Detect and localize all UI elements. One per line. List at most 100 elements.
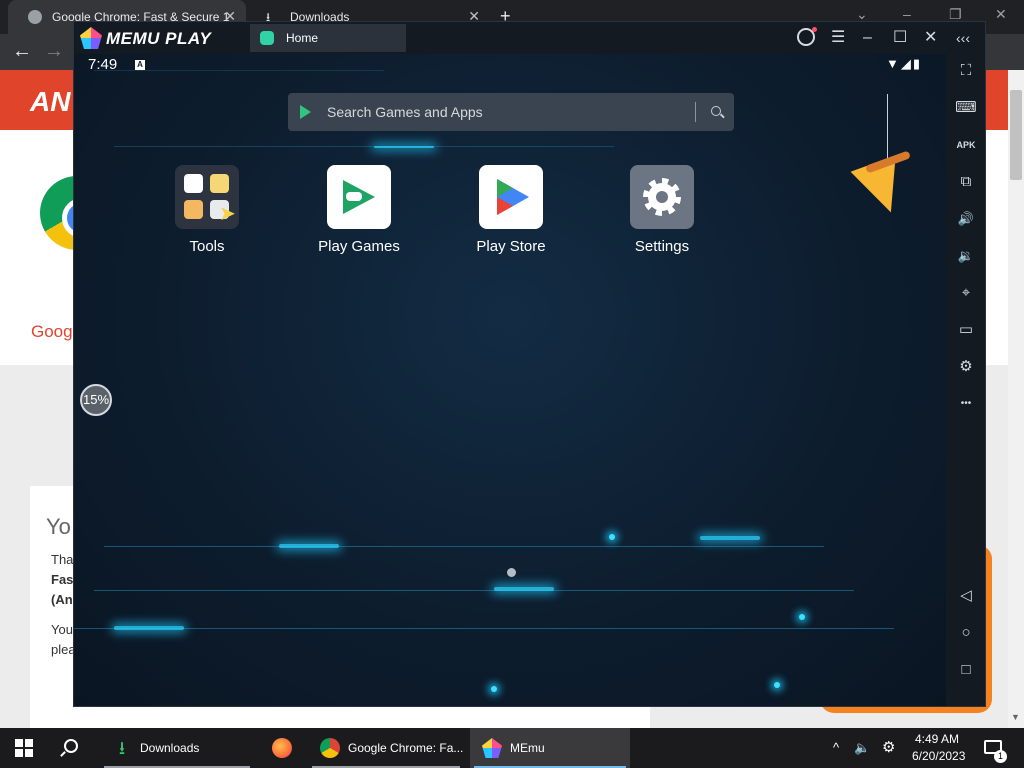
apk-icon[interactable]: APK xyxy=(955,134,977,156)
fullscreen-icon[interactable]: ⛶ xyxy=(955,60,977,82)
app-tools[interactable]: ➤ Tools xyxy=(147,165,267,255)
taskbar-item-downloads[interactable]: ⭳ Downloads xyxy=(100,728,254,768)
page-text-line: (An xyxy=(51,592,73,607)
app-label: Settings xyxy=(634,238,690,255)
play-store-red-wedge xyxy=(497,197,513,215)
volume-down-icon[interactable]: 🔉 xyxy=(955,245,977,267)
decor-line xyxy=(104,546,824,547)
taskbar-item-label: Downloads xyxy=(140,741,200,755)
more-icon[interactable]: ••• xyxy=(955,393,977,415)
google-mini-icon xyxy=(184,174,203,193)
forward-button[interactable]: → xyxy=(44,40,64,63)
decor-dot xyxy=(774,682,780,688)
taskbar-item-firefox[interactable] xyxy=(260,728,308,768)
back-icon[interactable]: ◁ xyxy=(955,585,977,607)
memu-tab-home[interactable]: Home xyxy=(250,24,406,52)
app-play-store[interactable]: Play Store xyxy=(451,165,571,255)
app-play-games[interactable]: Play Games xyxy=(299,165,419,255)
google-link[interactable]: Goog xyxy=(31,322,73,342)
memu-brand: MEMU PLAY xyxy=(106,29,212,48)
minimize-icon[interactable]: – xyxy=(863,28,872,48)
clock-time[interactable]: 4:49 AM xyxy=(915,732,959,746)
pizza-string xyxy=(887,94,888,164)
folder-icon[interactable]: ▭ xyxy=(955,319,977,341)
page-text-line: Fas xyxy=(51,572,74,587)
progress-badge[interactable]: 15% xyxy=(80,384,112,416)
memu-title-bar: MEMU PLAY Home ☰ – ☐ ✕ ‹‹‹ xyxy=(74,22,985,54)
search-divider xyxy=(695,102,696,122)
home-tab-icon xyxy=(260,31,274,45)
page-text-line: Tha xyxy=(51,552,74,567)
memu-logo-icon xyxy=(80,27,102,49)
tray-chevron-icon[interactable]: ^ xyxy=(833,740,839,755)
decor-glow xyxy=(279,544,339,548)
search-input[interactable]: Search Games and Apps xyxy=(327,104,483,120)
play-store-icon xyxy=(300,105,311,119)
page-heading: Yo xyxy=(46,514,71,539)
decor-dot xyxy=(609,534,615,540)
app-label: Play Store xyxy=(476,238,546,255)
globe-icon xyxy=(28,10,42,24)
decor-line xyxy=(94,590,854,591)
keyboard-icon[interactable]: ⌨ xyxy=(955,97,977,119)
multi-instance-icon[interactable]: ⧉ xyxy=(955,171,977,193)
maximize-icon[interactable]: ☐ xyxy=(893,28,907,48)
memu-sidebar: ⛶ ⌨ APK ⧉ 🔊 🔉 ⌖ ▭ ⚙ ••• ◁ ○ □ xyxy=(946,54,985,706)
back-button[interactable]: ← xyxy=(12,40,32,63)
play-store-green-wedge xyxy=(497,179,513,197)
menu-icon[interactable]: ☰ xyxy=(831,28,845,48)
gallery-mini-icon xyxy=(184,200,203,219)
app-label: Tools xyxy=(189,238,225,255)
volume-up-icon[interactable]: 🔊 xyxy=(955,208,977,230)
play-games-icon xyxy=(327,165,391,229)
volume-icon[interactable]: 🔈 xyxy=(854,740,870,756)
recents-icon[interactable]: □ xyxy=(955,659,977,681)
note-mini-icon xyxy=(210,174,229,193)
firefox-icon xyxy=(272,738,292,758)
page-text-line: plea xyxy=(51,642,76,657)
account-icon[interactable] xyxy=(797,27,817,46)
decor-glow xyxy=(374,146,434,148)
taskbar-item-label: MEmu xyxy=(510,741,545,755)
scroll-down-icon[interactable]: ▼ xyxy=(1011,712,1020,722)
settings-icon[interactable]: ⚙ xyxy=(882,738,895,756)
page-text-line: You xyxy=(51,622,73,637)
search-icon[interactable] xyxy=(64,739,78,753)
taskbar-item-memu[interactable]: MEmu xyxy=(470,728,630,768)
collapse-sidebar-icon[interactable]: ‹‹‹ xyxy=(956,28,970,48)
search-bar[interactable]: Search Games and Apps xyxy=(288,93,734,131)
decor-dot xyxy=(799,614,805,620)
notification-count-badge: 1 xyxy=(994,750,1007,763)
taskbar-item-chrome[interactable]: Google Chrome: Fa... xyxy=(308,728,464,768)
play-store-icon xyxy=(479,165,543,229)
scrollbar-thumb[interactable] xyxy=(1010,90,1022,180)
close-icon[interactable]: ✕ xyxy=(924,28,937,48)
chrome-icon xyxy=(320,738,340,758)
decor-glow xyxy=(494,587,554,591)
decor-line xyxy=(114,146,614,147)
memu-icon xyxy=(482,738,502,758)
page-indicator-dot xyxy=(507,568,516,577)
gear-icon xyxy=(643,178,681,216)
android-screen[interactable]: 7:49 A ▼◢▮ Search Games and Apps ➤ Tools xyxy=(74,54,946,706)
chrome-minimize-button[interactable]: – xyxy=(903,6,911,22)
app-settings[interactable]: Settings xyxy=(602,165,722,255)
settings-gear-icon xyxy=(630,165,694,229)
location-icon[interactable]: ⌖ xyxy=(955,282,977,304)
status-time: 7:49 xyxy=(88,56,118,73)
memu-window: MEMU PLAY Home ☰ – ☐ ✕ ‹‹‹ 7:49 A ▼◢▮ Se… xyxy=(73,21,986,707)
search-icon[interactable] xyxy=(711,106,721,116)
download-icon: ⭳ xyxy=(118,738,126,758)
clock-date[interactable]: 6/20/2023 xyxy=(912,749,965,763)
chrome-close-button[interactable]: ✕ xyxy=(995,6,1007,23)
tools-folder-icon: ➤ xyxy=(175,165,239,229)
home-icon[interactable]: ○ xyxy=(955,622,977,644)
start-windows-icon[interactable] xyxy=(15,739,33,757)
decor-line xyxy=(94,70,384,71)
memu-tab-label: Home xyxy=(286,31,319,45)
notification-icon: A xyxy=(135,60,145,70)
site-logo[interactable]: AN xyxy=(30,86,70,118)
download-icon: ⭳ xyxy=(266,10,271,24)
settings-icon[interactable]: ⚙ xyxy=(955,356,977,378)
decor-dot xyxy=(491,686,497,692)
